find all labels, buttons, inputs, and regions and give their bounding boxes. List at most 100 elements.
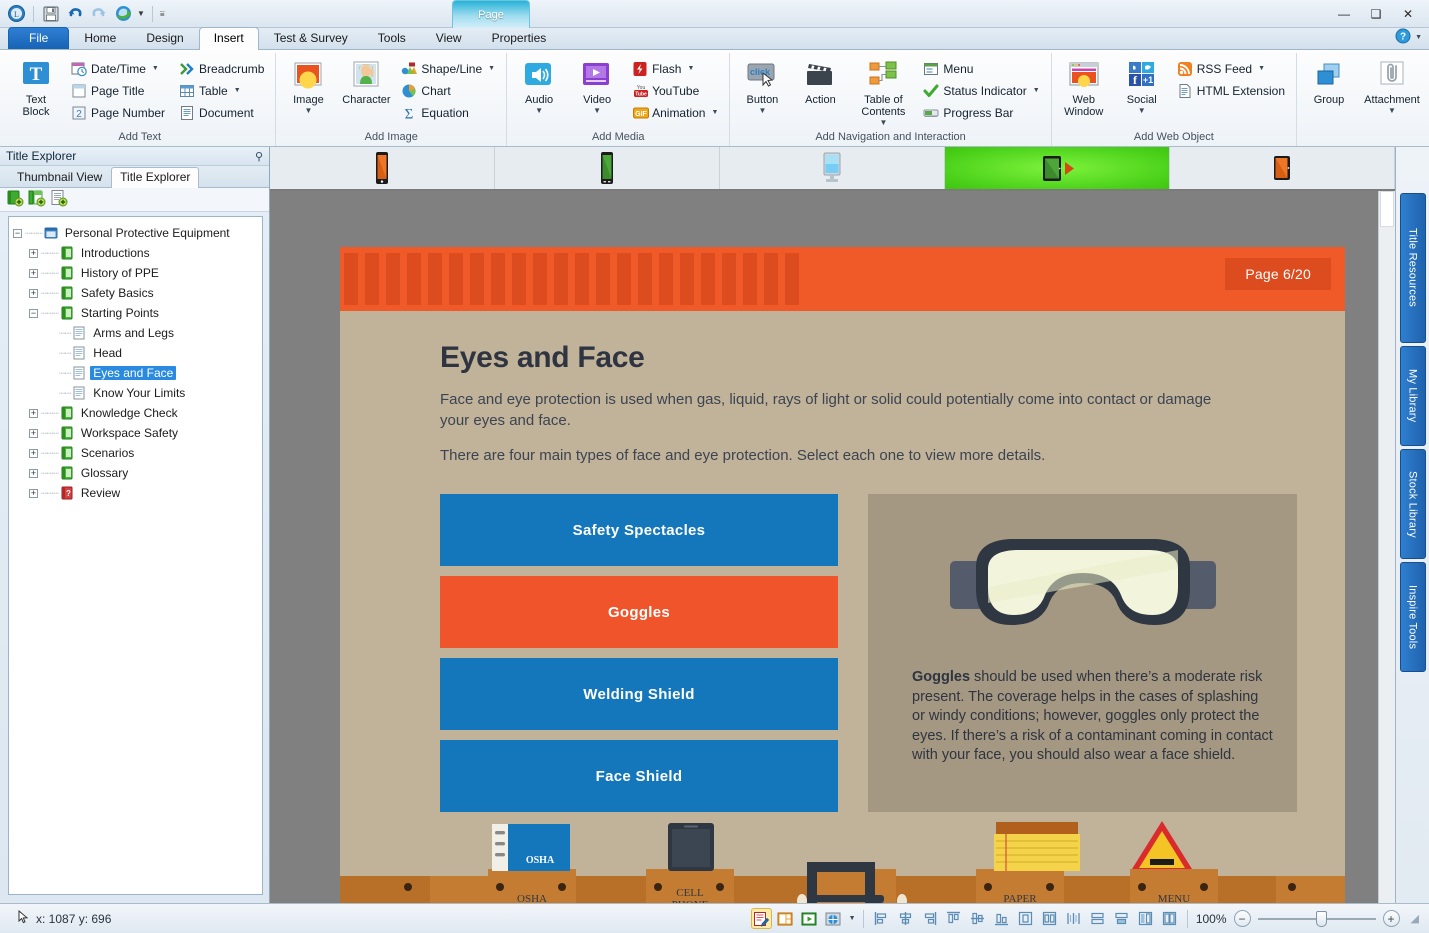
preview-dropdown-icon[interactable]: ▼ — [849, 915, 856, 922]
align-center-horizontal-icon[interactable] — [895, 908, 916, 929]
tree-item-arms-and-legs[interactable]: ┈┈ Arms and Legs — [13, 323, 258, 343]
tab-thumbnail-view[interactable]: Thumbnail View — [8, 167, 111, 187]
tree-item-history-of-ppe[interactable]: + ┈┈┈ History of PPE — [13, 263, 258, 283]
redo-icon[interactable] — [89, 4, 109, 24]
audio-dropdown-icon[interactable]: ▼ — [535, 108, 543, 114]
device-desktop[interactable] — [720, 147, 945, 189]
equation-button[interactable]: Σ Equation — [398, 102, 500, 123]
shape-line-dropdown-icon[interactable]: ▼ — [488, 65, 495, 72]
table-button[interactable]: Table ▼ — [176, 80, 269, 101]
tab-properties[interactable]: Properties — [477, 27, 562, 49]
flash-button[interactable]: Flash ▼ — [629, 58, 723, 79]
distribute-horizontal-icon[interactable] — [1063, 908, 1084, 929]
option-goggles[interactable]: Goggles — [440, 576, 838, 648]
page-number-button[interactable]: 2 Page Number — [68, 102, 170, 123]
add-section-icon[interactable] — [28, 189, 46, 210]
video-button[interactable]: Video ▼ — [571, 57, 623, 117]
preview-in-browser-button[interactable] — [823, 908, 844, 929]
video-dropdown-icon[interactable]: ▼ — [593, 108, 601, 114]
button-button[interactable]: click Button ▼ — [736, 57, 788, 117]
web-window-button[interactable]: Web Window — [1058, 57, 1110, 121]
preview-icon[interactable] — [113, 4, 133, 24]
device-tablet-portrait[interactable] — [1170, 147, 1395, 189]
expander-icon[interactable]: + — [29, 429, 38, 438]
table-of-contents-button[interactable]: Table of Contents ▼ — [852, 57, 914, 129]
tree-item-title[interactable]: − ┈┈┈ Personal Protective Equipment — [13, 223, 258, 243]
qat-dropdown-icon[interactable]: ▼ — [137, 9, 145, 18]
attachment-button[interactable]: Attachment ▼ — [1361, 57, 1423, 117]
expander-icon[interactable]: + — [29, 469, 38, 478]
expander-icon[interactable]: − — [29, 309, 38, 318]
zoom-slider-thumb[interactable] — [1316, 911, 1327, 927]
text-block-button[interactable]: T Text Block — [10, 57, 62, 121]
attachment-dropdown-icon[interactable]: ▼ — [1388, 108, 1396, 114]
table-of-contents-dropdown-icon[interactable]: ▼ — [879, 120, 887, 126]
add-page-icon[interactable] — [50, 189, 68, 210]
align-right-icon[interactable] — [919, 908, 940, 929]
zoom-out-button[interactable]: − — [1234, 910, 1251, 927]
minimize-button[interactable]: — — [1329, 4, 1359, 24]
make-same-width-icon[interactable] — [1087, 908, 1108, 929]
close-button[interactable]: ✕ — [1393, 4, 1423, 24]
dock-tab-title-resources[interactable]: Title Resources — [1400, 193, 1426, 343]
tab-title-explorer[interactable]: Title Explorer — [111, 167, 199, 188]
audio-button[interactable]: Audio ▼ — [513, 57, 565, 117]
device-phone-portrait[interactable] — [270, 147, 495, 189]
status-indicator-button[interactable]: Status Indicator ▼ — [920, 80, 1044, 101]
canvas-scroll-thumb[interactable] — [1380, 191, 1394, 227]
option-face-shield[interactable]: Face Shield — [440, 740, 838, 812]
animation-button[interactable]: GIF Animation ▼ — [629, 102, 723, 123]
pin-icon[interactable]: ⚲ — [255, 150, 263, 163]
rss-feed-dropdown-icon[interactable]: ▼ — [1258, 65, 1265, 72]
date-time-dropdown-icon[interactable]: ▼ — [152, 65, 159, 72]
align-left-icon[interactable] — [871, 908, 892, 929]
option-welding-shield[interactable]: Welding Shield — [440, 658, 838, 730]
group-columns-icon[interactable] — [1135, 908, 1156, 929]
chart-button[interactable]: Chart — [398, 80, 500, 101]
save-icon[interactable] — [41, 4, 61, 24]
align-top-icon[interactable] — [943, 908, 964, 929]
shape-line-button[interactable]: Shape/Line ▼ — [398, 58, 500, 79]
tree-item-eyes-and-face[interactable]: ┈┈ Eyes and Face — [13, 363, 258, 383]
tab-home[interactable]: Home — [69, 27, 131, 49]
zoom-slider-track[interactable] — [1258, 918, 1376, 920]
expander-icon[interactable]: − — [13, 229, 22, 238]
app-logo-icon[interactable]: L — [6, 4, 26, 24]
expander-icon[interactable]: + — [29, 269, 38, 278]
tree-item-head[interactable]: ┈┈ Head — [13, 343, 258, 363]
expander-icon[interactable]: + — [29, 409, 38, 418]
image-button[interactable]: Image ▼ — [282, 57, 334, 117]
tab-insert[interactable]: Insert — [199, 27, 259, 50]
align-bottom-icon[interactable] — [991, 908, 1012, 929]
tab-design[interactable]: Design — [131, 27, 198, 49]
page-preview[interactable]: Page 6/20 Eyes and Face Face and eye pro… — [340, 247, 1345, 903]
edit-mode-button[interactable] — [751, 908, 772, 929]
dock-tab-inspire-tools[interactable]: Inspire Tools — [1400, 562, 1426, 672]
tab-test-survey[interactable]: Test & Survey — [259, 27, 363, 49]
device-tablet-landscape[interactable] — [945, 147, 1170, 189]
align-middle-icon[interactable] — [967, 908, 988, 929]
page-title-button[interactable]: Page Title — [68, 80, 170, 101]
resize-grip-icon[interactable]: ◢ — [1411, 912, 1419, 925]
tree-item-knowledge-check[interactable]: + ┈┈┈ Knowledge Check — [13, 403, 258, 423]
tab-tools[interactable]: Tools — [363, 27, 421, 49]
menu-button[interactable]: Menu — [920, 58, 1044, 79]
tab-view[interactable]: View — [421, 27, 477, 49]
expander-icon[interactable]: + — [29, 289, 38, 298]
undo-icon[interactable] — [65, 4, 85, 24]
preview-mode-button[interactable] — [799, 908, 820, 929]
make-same-height-icon[interactable] — [1111, 908, 1132, 929]
html-extension-button[interactable]: HTML Extension — [1174, 80, 1290, 101]
tree-item-review[interactable]: + ┈┈┈ ? Review — [13, 483, 258, 503]
group-rows-icon[interactable] — [1159, 908, 1180, 929]
tree-item-glossary[interactable]: + ┈┈┈ Glossary — [13, 463, 258, 483]
tree-item-know-your-limits[interactable]: ┈┈ Know Your Limits — [13, 383, 258, 403]
zoom-in-button[interactable]: + — [1383, 910, 1400, 927]
document-button[interactable]: Document — [176, 102, 269, 123]
center-in-page-horizontal-icon[interactable] — [1015, 908, 1036, 929]
expander-icon[interactable]: + — [29, 249, 38, 258]
animation-dropdown-icon[interactable]: ▼ — [711, 109, 718, 116]
canvas[interactable]: Page 6/20 Eyes and Face Face and eye pro… — [270, 191, 1395, 903]
expander-icon[interactable]: + — [29, 449, 38, 458]
dock-tab-my-library[interactable]: My Library — [1400, 346, 1426, 446]
